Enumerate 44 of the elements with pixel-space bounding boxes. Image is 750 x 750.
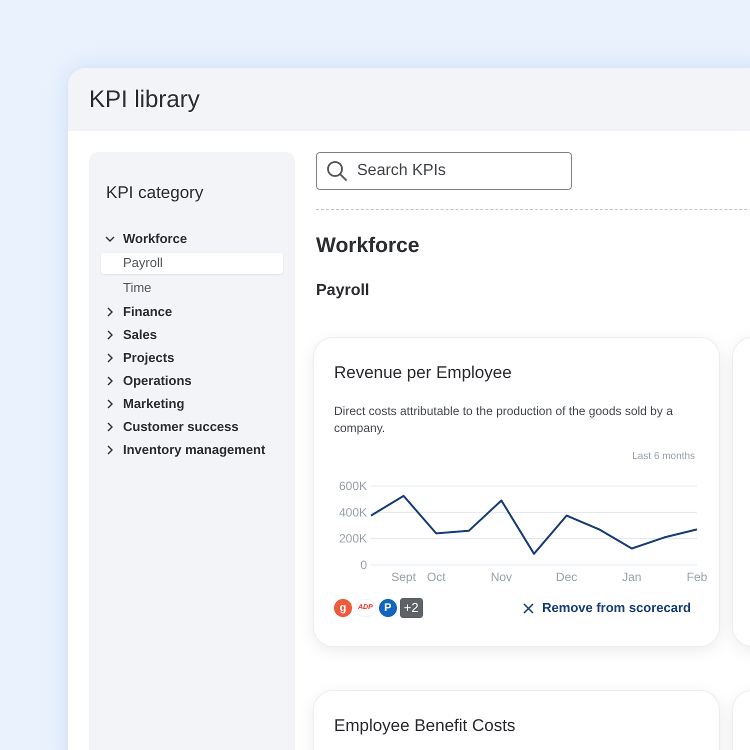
chevron-right-icon: [105, 307, 115, 317]
section-subtitle: Payroll: [316, 280, 370, 300]
chevron-down-icon: [105, 234, 115, 244]
period-label: Last 6 months: [632, 450, 695, 464]
card-title: Employee Benefit Costs: [334, 714, 516, 736]
sidebar-title: KPI category: [105, 182, 204, 204]
chevron-right-icon: [105, 399, 115, 409]
subcategory-item[interactable]: Time: [101, 278, 283, 298]
remove-button[interactable]: Remove from scorecard: [523, 598, 691, 618]
category-item[interactable]: Workforce: [101, 228, 283, 250]
card-title: Revenue per Employee: [334, 362, 513, 384]
category-item[interactable]: Marketing: [101, 392, 283, 416]
more-count: +2: [400, 598, 423, 618]
chevron-right-icon: [105, 422, 115, 432]
search-field[interactable]: Search KPIs: [316, 152, 572, 190]
x-tick-label: Sept: [391, 570, 416, 584]
subcategory-item[interactable]: Payroll: [101, 252, 283, 274]
y-tick-label: 200K: [338, 532, 367, 546]
integration-logo: g: [334, 599, 352, 617]
chevron-right-icon: [105, 353, 115, 363]
y-tick-label: 0: [360, 558, 367, 572]
search-icon: [326, 160, 348, 182]
category-item[interactable]: Projects: [101, 346, 283, 370]
category-item[interactable]: Operations: [101, 370, 283, 392]
y-tick-label: 400K: [338, 505, 367, 520]
x-tick-label: Jan: [622, 570, 642, 584]
section-title: Workforce: [316, 233, 420, 259]
category-item[interactable]: Customer success: [101, 416, 283, 438]
x-tick-label: Nov: [490, 570, 512, 584]
chevron-right-icon: [105, 376, 115, 386]
chevron-right-icon: [105, 330, 115, 340]
card-description: Direct costs attributable to the production of the goods sold by a company.: [334, 403, 674, 437]
close-icon: [523, 602, 534, 614]
chevron-right-icon: [105, 445, 115, 455]
category-item[interactable]: Inventory management: [101, 438, 283, 462]
window-title: KPI library: [89, 84, 200, 114]
x-tick-label: Dec: [556, 570, 578, 584]
category-item[interactable]: Sales: [101, 324, 283, 346]
integration-logo: P: [378, 599, 397, 617]
x-tick-label: Feb: [686, 570, 708, 584]
x-tick-label: Oct: [426, 570, 446, 584]
y-tick-label: 600K: [338, 479, 367, 493]
search-input[interactable]: Search KPIs: [357, 159, 547, 183]
category-item[interactable]: Finance: [101, 300, 283, 324]
